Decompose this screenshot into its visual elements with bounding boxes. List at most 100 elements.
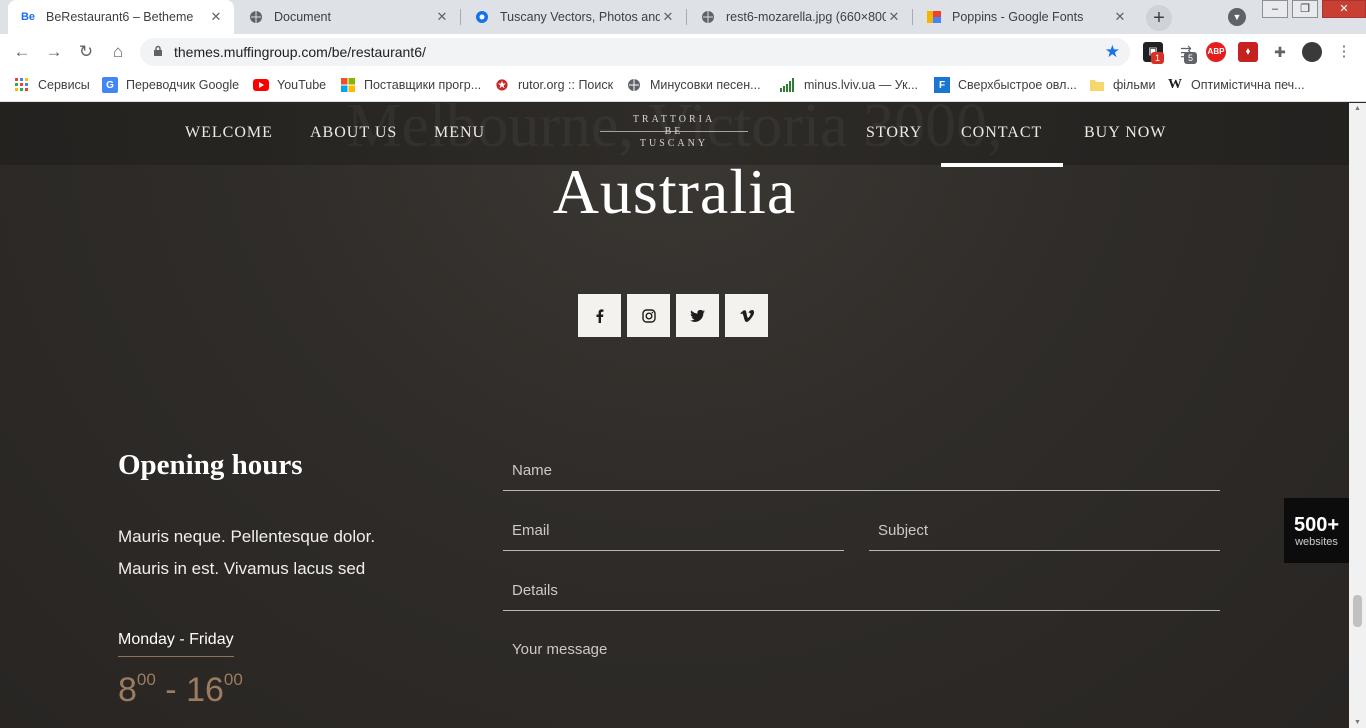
logo-line-tuscany: TUSCANY bbox=[639, 138, 709, 149]
wikipedia-icon: W bbox=[1168, 77, 1182, 92]
bookmark-google-translate[interactable]: G Переводчик Google bbox=[102, 70, 239, 100]
bookmark-software-suppliers[interactable]: Поставщики прогр... bbox=[340, 70, 481, 100]
close-window-button[interactable]: ✕ bbox=[1322, 0, 1366, 18]
restaurant-page: Melbourne, Victoria 3000, WELCOME ABOUT … bbox=[0, 103, 1349, 728]
puzzle-icon[interactable]: ✚ bbox=[1270, 42, 1290, 62]
bookmark-superfast[interactable]: F Сверхбыстрое овл... bbox=[934, 70, 1077, 100]
bookmark-label: Поставщики прогр... bbox=[364, 78, 482, 92]
contact-message-field bbox=[503, 632, 1220, 728]
bookmark-label: rutor.org :: Поиск bbox=[518, 78, 614, 92]
bookmark-label: Оптимістична печ... bbox=[1191, 78, 1305, 92]
bookmark-label: minus.lviv.ua — Ук... bbox=[804, 78, 919, 92]
new-tab-button[interactable]: + bbox=[1146, 5, 1172, 31]
google-fonts-icon bbox=[926, 9, 942, 25]
scrollbar-thumb[interactable] bbox=[1353, 595, 1362, 627]
avatar[interactable] bbox=[1302, 42, 1322, 62]
google-translate-icon: G bbox=[102, 77, 118, 93]
logo-line-be: BE bbox=[664, 126, 684, 137]
bookmark-label: Переводчик Google bbox=[126, 78, 240, 92]
freepik-icon bbox=[474, 9, 490, 25]
tab-search-icon[interactable]: ▼ bbox=[1228, 8, 1246, 26]
contact-details-field bbox=[503, 571, 1220, 611]
home-icon[interactable]: ⌂ bbox=[106, 40, 130, 64]
tab-document[interactable]: Document ✕ bbox=[236, 0, 461, 34]
site-logo[interactable]: TRATTORIA BE TUSCANY bbox=[600, 114, 748, 150]
hours-description-line: Mauris neque. Pellentesque dolor. bbox=[118, 527, 376, 546]
tab-title: rest6-mozarella.jpg (660×800) bbox=[726, 10, 886, 24]
bookmark-label: Сервисы bbox=[38, 78, 90, 92]
bookmark-wikipedia[interactable]: W Оптимістична печ... bbox=[1167, 70, 1305, 100]
address-bar[interactable]: themes.muffingroup.com/be/restaurant6/ ★ bbox=[140, 38, 1130, 66]
scroll-down-arrow-icon[interactable]: ▼ bbox=[1349, 719, 1366, 726]
tab-berestaurant[interactable]: Be BeRestaurant6 – Betheme ✕ bbox=[8, 0, 234, 34]
tab-tuscany-vectors[interactable]: Tuscany Vectors, Photos and P ✕ bbox=[462, 0, 687, 34]
message-textarea[interactable] bbox=[503, 632, 1220, 712]
twitter-icon[interactable] bbox=[676, 294, 719, 337]
browser-toolbar: ← → ↻ ⌂ themes.muffingroup.com/be/restau… bbox=[0, 34, 1366, 70]
signal-bars-icon bbox=[780, 77, 796, 93]
lock-icon bbox=[154, 45, 162, 56]
bookmark-label: YouTube bbox=[277, 78, 327, 92]
globe-icon bbox=[248, 9, 264, 25]
window-controls: – ❐ ✕ bbox=[1258, 0, 1366, 18]
star-icon: ✪ bbox=[496, 76, 508, 93]
facebook-icon[interactable] bbox=[578, 294, 621, 337]
bookmarks-bar: Сервисы G Переводчик Google YouTube Пост… bbox=[0, 70, 1366, 102]
extension-badge: 5 bbox=[1184, 52, 1197, 64]
bookmark-services[interactable]: Сервисы bbox=[14, 70, 90, 100]
behance-icon: Be bbox=[20, 11, 36, 23]
bookmark-star-icon[interactable]: ★ bbox=[1105, 38, 1120, 66]
location-headline: Australia bbox=[552, 156, 797, 227]
bookmark-label: фільми bbox=[1113, 78, 1156, 92]
pdf-icon[interactable]: ⬧ bbox=[1238, 42, 1258, 62]
close-tab-icon[interactable]: ✕ bbox=[434, 9, 450, 25]
bookmark-rutor[interactable]: ✪ rutor.org :: Поиск bbox=[494, 70, 613, 100]
close-minutes: 00 bbox=[223, 670, 243, 689]
close-tab-icon[interactable]: ✕ bbox=[886, 9, 902, 25]
close-tab-icon[interactable]: ✕ bbox=[660, 9, 676, 25]
youtube-icon bbox=[253, 77, 269, 93]
menu-dots-icon[interactable]: ⋮ bbox=[1334, 42, 1354, 62]
opening-days: Monday - Friday bbox=[118, 631, 234, 657]
scroll-up-arrow-icon[interactable]: ▲ bbox=[1349, 105, 1366, 112]
tab-poppins-fonts[interactable]: Poppins - Google Fonts ✕ bbox=[914, 0, 1138, 34]
back-icon[interactable]: ← bbox=[10, 40, 34, 64]
apps-grid-icon bbox=[14, 77, 30, 93]
tab-strip: Be BeRestaurant6 – Betheme ✕ Document ✕ … bbox=[0, 0, 1366, 34]
close-tab-icon[interactable]: ✕ bbox=[1112, 9, 1128, 25]
reload-icon[interactable]: ↻ bbox=[74, 40, 98, 64]
tab-title: Poppins - Google Fonts bbox=[952, 10, 1084, 24]
forward-icon[interactable]: → bbox=[42, 40, 66, 64]
bookmark-minus-lviv[interactable]: minus.lviv.ua — Ук... bbox=[780, 70, 918, 100]
instagram-icon[interactable] bbox=[627, 294, 670, 337]
websites-count-badge[interactable]: 500+ websites bbox=[1284, 498, 1349, 563]
badge-label: websites bbox=[1295, 536, 1338, 548]
social-links bbox=[578, 294, 774, 337]
adblock-plus-icon[interactable]: ABP bbox=[1206, 42, 1226, 62]
bookmark-minusovki[interactable]: Минусовки песен... bbox=[626, 70, 761, 100]
details-input[interactable] bbox=[503, 571, 1220, 609]
folder-icon bbox=[1089, 77, 1105, 93]
open-minutes: 00 bbox=[136, 670, 156, 689]
globe-icon bbox=[700, 9, 716, 25]
close-tab-icon[interactable]: ✕ bbox=[208, 9, 224, 25]
opening-hours-title: Opening hours bbox=[118, 449, 303, 481]
name-input[interactable] bbox=[503, 451, 1220, 489]
vimeo-icon[interactable] bbox=[725, 294, 768, 337]
subject-input[interactable] bbox=[869, 511, 1220, 549]
extension-badge: 1 bbox=[1151, 52, 1164, 64]
bookmark-films-folder[interactable]: фільми bbox=[1089, 70, 1155, 100]
bookmark-youtube[interactable]: YouTube bbox=[253, 70, 326, 100]
logo-line-trattoria: TRATTORIA bbox=[632, 114, 716, 125]
f-letter-icon: F bbox=[934, 77, 950, 93]
time-dash: - bbox=[165, 671, 177, 709]
tab-mozarella-image[interactable]: rest6-mozarella.jpg (660×800) ✕ bbox=[688, 0, 913, 34]
hours-description-line: Mauris in est. Vivamus lacus sed bbox=[118, 559, 366, 578]
minimize-button[interactable]: – bbox=[1262, 0, 1288, 18]
close-hour: 16 bbox=[186, 671, 224, 709]
restore-button[interactable]: ❐ bbox=[1292, 0, 1318, 18]
email-input[interactable] bbox=[503, 511, 844, 549]
bookmark-label: Минусовки песен... bbox=[650, 78, 761, 92]
contact-name-field bbox=[503, 451, 1220, 491]
page-scrollbar[interactable]: ▲ ▼ bbox=[1349, 103, 1366, 728]
